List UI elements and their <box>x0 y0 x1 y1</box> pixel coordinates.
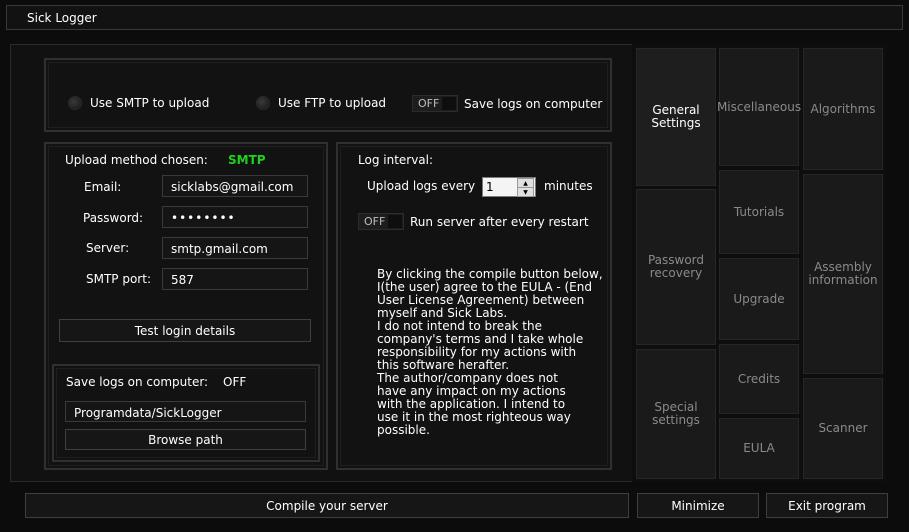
tile-password-recovery[interactable]: Password recovery <box>636 189 716 345</box>
toggle-knob <box>388 215 402 228</box>
save-logs-toggle-label: Save logs on computer <box>464 97 603 111</box>
upload-every-label: Upload logs every <box>367 179 476 193</box>
save-logs-state: OFF <box>223 375 247 389</box>
tile-credits[interactable]: Credits <box>719 344 799 414</box>
tile-miscellaneous[interactable]: Miscellaneous <box>717 48 801 166</box>
interval-value: 1 <box>486 180 494 194</box>
server-field[interactable]: smtp.gmail.com <box>162 237 308 259</box>
ftp-radio[interactable] <box>256 96 270 110</box>
server-label: Server: <box>86 241 130 255</box>
email-field[interactable]: sicklabs@gmail.com <box>162 175 308 197</box>
minimize-button[interactable]: Minimize <box>637 493 759 518</box>
upload-method-value: SMTP <box>228 153 266 167</box>
log-interval-label: Log interval: <box>358 153 434 167</box>
compile-server-button[interactable]: Compile your server <box>25 493 629 518</box>
upload-method-label: Upload method chosen: <box>65 153 208 167</box>
smtp-port-field[interactable]: 587 <box>162 268 308 290</box>
minutes-label: minutes <box>544 179 593 193</box>
tile-tutorials[interactable]: Tutorials <box>719 170 799 254</box>
save-path-field[interactable]: Programdata/SickLogger <box>65 401 306 422</box>
restart-label: Run server after every restart <box>410 215 589 229</box>
tile-scanner[interactable]: Scanner <box>803 378 883 479</box>
eula-text: By clicking the compile button below, I(… <box>377 267 603 437</box>
exit-program-button[interactable]: Exit program <box>766 493 888 518</box>
window-title: Sick Logger <box>27 11 97 25</box>
toggle-knob <box>442 97 456 110</box>
restart-toggle-state: OFF <box>364 215 386 228</box>
title-bar[interactable]: Sick Logger <box>6 5 903 30</box>
tile-eula[interactable]: EULA <box>719 418 799 479</box>
tile-upgrade[interactable]: Upgrade <box>719 258 799 340</box>
save-logs-toggle-state: OFF <box>418 97 440 110</box>
ftp-radio-label: Use FTP to upload <box>278 96 387 110</box>
save-logs-toggle[interactable]: OFF <box>412 95 458 112</box>
tile-general-settings[interactable]: General Settings <box>636 48 716 186</box>
test-login-button[interactable]: Test login details <box>59 319 311 342</box>
tile-assembly-information[interactable]: Assembly information <box>803 174 883 374</box>
save-logs-label: Save logs on computer: <box>66 375 209 389</box>
upload-options-panel <box>44 58 612 132</box>
tile-special-settings[interactable]: Special settings <box>636 349 716 479</box>
browse-path-button[interactable]: Browse path <box>65 429 306 450</box>
restart-toggle[interactable]: OFF <box>358 213 404 230</box>
tile-algorithms[interactable]: Algorithms <box>803 48 883 170</box>
smtp-radio-label: Use SMTP to upload <box>90 96 210 110</box>
email-label: Email: <box>84 180 122 194</box>
stepper-down-icon[interactable]: ▼ <box>517 187 534 197</box>
smtp-radio[interactable] <box>68 96 82 110</box>
password-field[interactable]: •••••••• <box>162 206 308 228</box>
interval-stepper[interactable]: 1 ▲ ▼ <box>482 177 536 197</box>
smtp-port-label: SMTP port: <box>86 272 151 286</box>
password-label: Password: <box>83 211 144 225</box>
